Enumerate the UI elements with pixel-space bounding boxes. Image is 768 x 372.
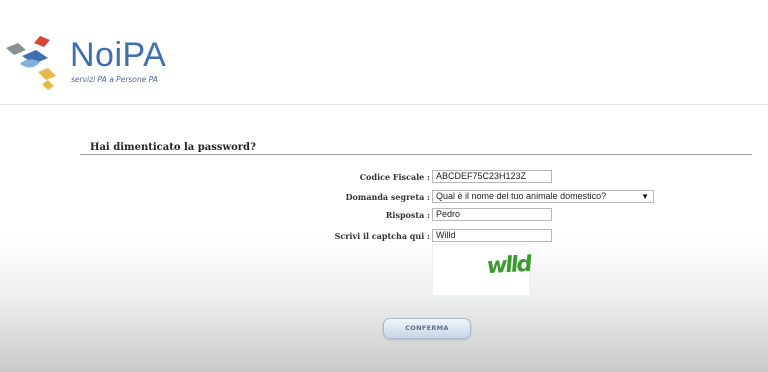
risposta-input[interactable]: Pedro (432, 208, 552, 221)
risposta-label: Risposta : (385, 210, 430, 220)
title-divider (80, 154, 752, 155)
domanda-segreta-label: Domanda segreta : (345, 192, 430, 202)
codice-fiscale-input[interactable]: ABCDEF75C23H123Z (432, 170, 552, 183)
brand-tagline: servizi PA a Persone PA (71, 75, 158, 84)
brand-name: NoiPA (70, 36, 167, 74)
captcha-input[interactable]: Willd (432, 229, 552, 242)
noipa-logo[interactable]: NoiPA servizi PA a Persone PA (4, 34, 204, 98)
codice-fiscale-label: Codice Fiscale : (359, 172, 430, 182)
captcha-image-text: wlld (485, 251, 532, 280)
domanda-segreta-value: Qual è il nome del tuo animale domestico… (436, 191, 607, 201)
header: NoiPA servizi PA a Persone PA (0, 0, 768, 105)
dropdown-arrow-icon: ▼ (641, 192, 649, 201)
conferma-button[interactable]: CONFERMA (383, 318, 471, 339)
captcha-image: wlld (432, 244, 532, 296)
domanda-segreta-select[interactable]: Qual è il nome del tuo animale domestico… (432, 190, 654, 203)
captcha-input-label: Scrivi il captcha qui : (334, 231, 430, 241)
form-title: Hai dimenticato la password? (90, 142, 256, 153)
noipa-logo-mark-icon (6, 36, 56, 90)
